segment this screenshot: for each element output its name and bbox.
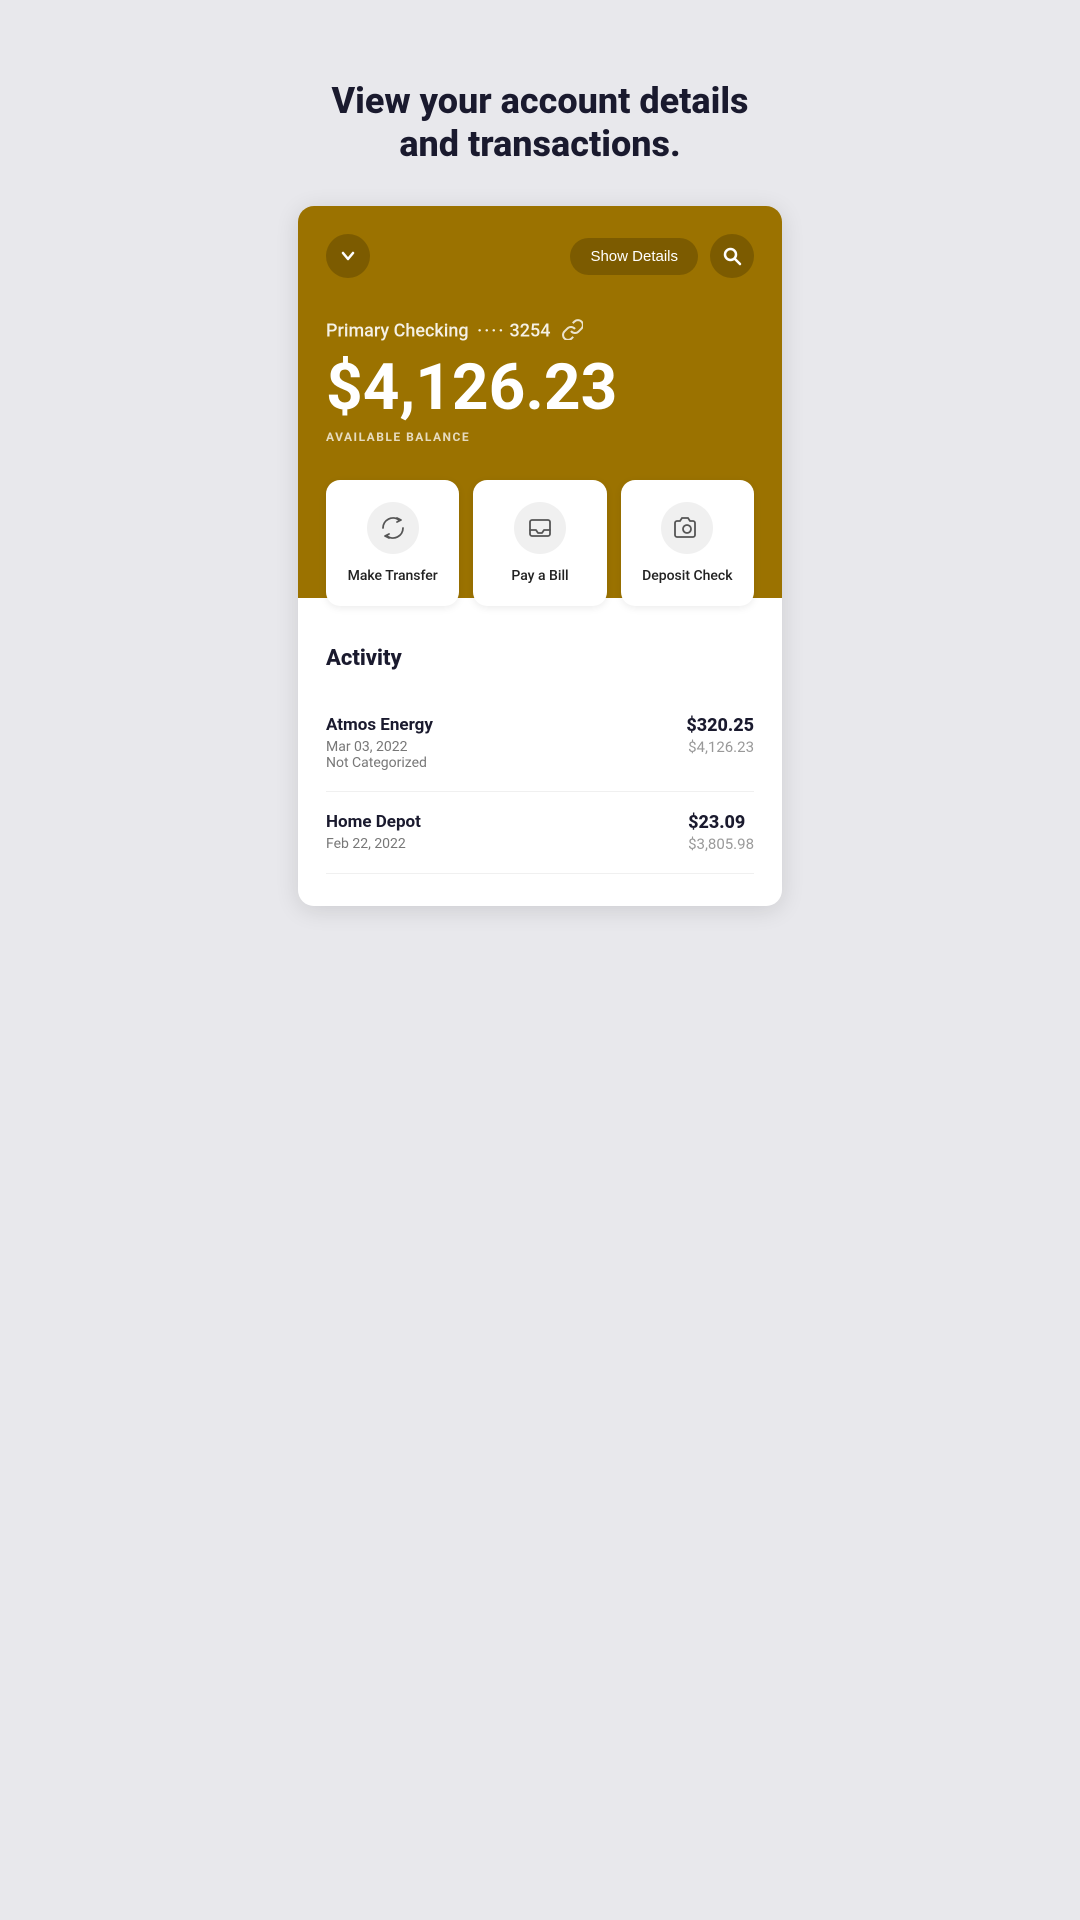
card-toolbar: Show Details [326,234,754,278]
transaction-category: Not Categorized [326,755,433,771]
transaction-date: Mar 03, 2022 [326,739,433,755]
page-title: View your account details and transactio… [310,80,770,166]
make-transfer-label: Make Transfer [348,568,438,584]
transaction-row: Atmos Energy Mar 03, 2022 Not Categorize… [326,715,754,771]
toolbar-right: Show Details [570,234,754,278]
transaction-right: $320.25 $4,126.23 [686,715,754,756]
transaction-name: Home Depot [326,812,421,832]
camera-icon-circle [661,502,713,554]
transaction-left: Home Depot Feb 22, 2022 [326,812,421,852]
transaction-item[interactable]: Home Depot Feb 22, 2022 $23.09 $3,805.98 [326,792,754,874]
camera-icon [673,514,701,542]
card-body: Activity Atmos Energy Mar 03, 2022 Not C… [298,598,782,906]
transaction-balance: $4,126.23 [686,738,754,756]
transaction-right: $23.09 $3,805.98 [688,812,754,853]
transaction-balance: $3,805.98 [688,835,754,853]
search-button[interactable] [710,234,754,278]
transfer-icon [379,514,407,542]
account-name: Primary Checking ····3254 [326,318,754,345]
make-transfer-button[interactable]: Make Transfer [326,480,459,606]
transaction-meta: Feb 22, 2022 [326,836,421,852]
link-icon [561,318,583,345]
transaction-name: Atmos Energy [326,715,433,735]
transaction-amount: $320.25 [686,715,754,736]
show-details-button[interactable]: Show Details [570,238,698,275]
transaction-date: Feb 22, 2022 [326,836,421,852]
bill-icon [526,514,554,542]
dropdown-button[interactable] [326,234,370,278]
actions-row: Make Transfer Pay a Bill [326,480,754,606]
account-last-four: 3254 [510,321,551,342]
bill-icon-circle [514,502,566,554]
transaction-amount: $23.09 [688,812,754,833]
activity-title: Activity [326,646,754,671]
balance-label: Available Balance [326,430,754,444]
deposit-check-label: Deposit Check [642,568,732,584]
card-header: Show Details Primary Checking ····3254 [298,206,782,605]
account-name-text: Primary Checking [326,321,469,342]
account-card: Show Details Primary Checking ····3254 [298,206,782,905]
transaction-meta: Mar 03, 2022 Not Categorized [326,739,433,771]
account-balance: $4,126.23 [326,353,754,423]
page-header: View your account details and transactio… [270,0,810,206]
account-dots: ···· [477,321,505,342]
pay-bill-label: Pay a Bill [511,568,568,584]
transaction-item[interactable]: Atmos Energy Mar 03, 2022 Not Categorize… [326,695,754,792]
transaction-left: Atmos Energy Mar 03, 2022 Not Categorize… [326,715,433,771]
transfer-icon-circle [367,502,419,554]
transaction-row: Home Depot Feb 22, 2022 $23.09 $3,805.98 [326,812,754,853]
deposit-check-button[interactable]: Deposit Check [621,480,754,606]
account-info: Primary Checking ····3254 $4,126.23 Avai… [326,318,754,443]
page-wrapper: View your account details and transactio… [270,0,810,906]
pay-bill-button[interactable]: Pay a Bill [473,480,606,606]
